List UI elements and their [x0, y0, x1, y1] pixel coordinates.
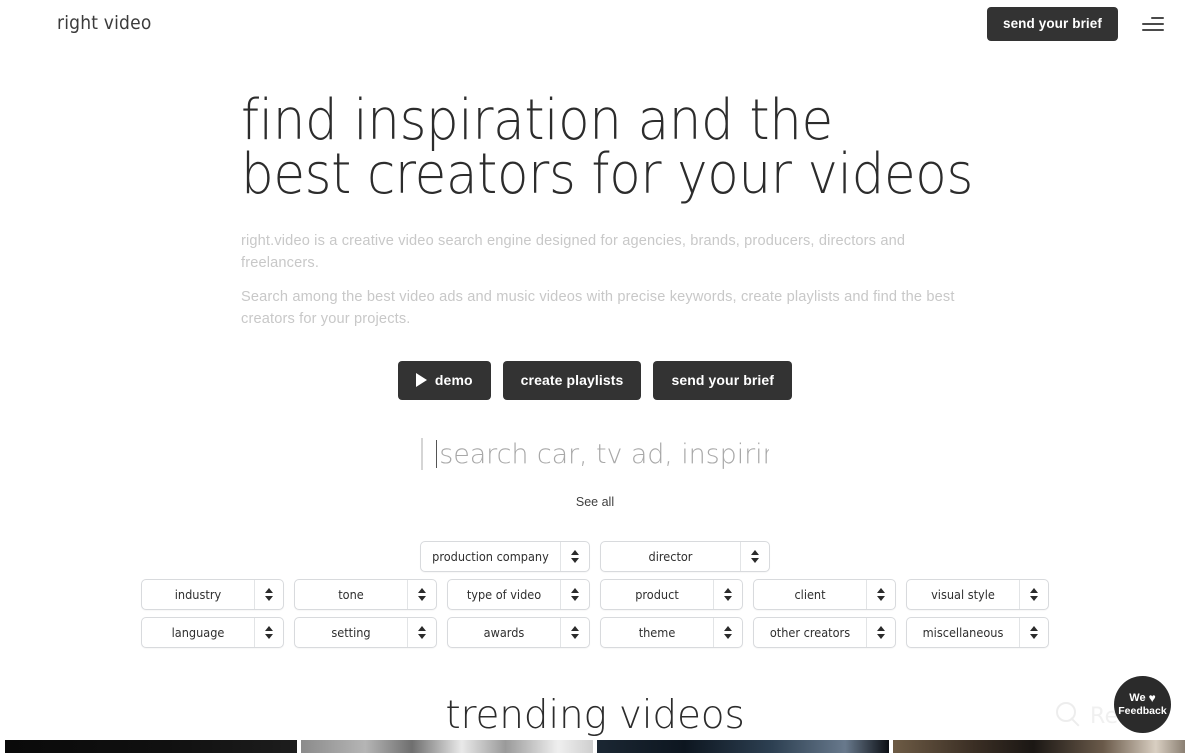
filter-panel: production company director industry ton… [0, 541, 1190, 648]
chevron-updown-icon[interactable] [740, 542, 769, 571]
chevron-updown-icon[interactable] [713, 580, 742, 609]
hamburger-line-middle [1142, 22, 1164, 25]
search-box[interactable] [420, 432, 770, 476]
filter-theme[interactable]: theme [600, 617, 743, 648]
filter-row-2: industry tone type of video product clie… [0, 579, 1190, 610]
filter-label: type of video [466, 587, 542, 602]
hero-description-2: Search among the best video ads and musi… [241, 289, 955, 327]
header-actions: send your brief [986, 6, 1166, 41]
brand-logo[interactable]: right video [57, 14, 151, 33]
video-thumbnail-4[interactable] [893, 740, 1185, 753]
demo-button-label: demo [434, 372, 473, 388]
video-thumbnail-1[interactable] [5, 740, 297, 753]
filter-label: visual style [931, 587, 995, 602]
filter-production-company[interactable]: production company [420, 541, 590, 572]
hero-send-brief-button[interactable]: send your brief [653, 361, 793, 400]
create-playlists-button[interactable]: create playlists [502, 361, 642, 400]
chevron-updown-icon[interactable] [254, 580, 283, 609]
filter-label: language [171, 625, 225, 640]
feedback-badge-line-2: Feedback [1118, 704, 1167, 717]
chevron-updown-icon[interactable] [1019, 618, 1048, 647]
filter-miscellaneous[interactable]: miscellaneous [906, 617, 1049, 648]
headline-line-2: best creators for your videos [241, 142, 973, 207]
filter-row-1: production company director [0, 541, 1190, 572]
feedback-we-label: We [1129, 692, 1146, 705]
chevron-updown-icon[interactable] [407, 580, 436, 609]
search-text-caret [435, 440, 438, 468]
play-icon [415, 373, 427, 387]
filter-product[interactable]: product [600, 579, 743, 610]
filter-director[interactable]: director [600, 541, 770, 572]
chevron-updown-icon[interactable] [407, 618, 436, 647]
search-section [0, 432, 1190, 476]
filter-setting[interactable]: setting [294, 617, 437, 648]
video-thumbnail-3[interactable] [597, 740, 889, 753]
hamburger-line-bottom [1142, 28, 1164, 31]
header-send-brief-button[interactable]: send your brief [986, 6, 1118, 41]
chevron-updown-icon[interactable] [560, 580, 589, 609]
feedback-badge-line-1: We ♥ [1129, 692, 1155, 705]
chevron-updown-icon[interactable] [254, 618, 283, 647]
filter-label: awards [483, 625, 525, 640]
filter-other-creators[interactable]: other creators [753, 617, 896, 648]
trending-videos-strip [0, 740, 1190, 753]
hamburger-menu-icon[interactable] [1140, 13, 1166, 35]
filter-type-of-video[interactable]: type of video [447, 579, 590, 610]
hero-cta-row: demo create playlists send your brief [0, 361, 1190, 400]
search-input[interactable] [439, 438, 770, 470]
trending-videos-title: trending videos [445, 693, 745, 738]
hero-section: find inspiration and the best creators f… [0, 47, 1190, 330]
chevron-updown-icon[interactable] [560, 542, 589, 571]
filter-label: setting [331, 625, 371, 640]
filter-label: production company [432, 549, 549, 564]
chevron-updown-icon[interactable] [866, 580, 895, 609]
feedback-badge[interactable]: We ♥ Feedback [1114, 676, 1171, 733]
filter-label: director [648, 549, 693, 564]
site-header: right video send your brief [0, 0, 1190, 47]
video-thumbnail-2[interactable] [301, 740, 593, 753]
filter-row-3: language setting awards theme other crea… [0, 617, 1190, 648]
filter-label: other creators [769, 625, 851, 640]
chevron-updown-icon[interactable] [713, 618, 742, 647]
filter-visual-style[interactable]: visual style [906, 579, 1049, 610]
chevron-updown-icon[interactable] [560, 618, 589, 647]
demo-button[interactable]: demo [397, 361, 491, 400]
filter-language[interactable]: language [141, 617, 284, 648]
filter-label: theme [638, 625, 676, 640]
filter-label: tone [338, 587, 364, 602]
search-divider [420, 438, 423, 470]
page-title: find inspiration and the best creators f… [241, 47, 1086, 207]
filter-label: industry [174, 587, 222, 602]
filter-label: product [635, 587, 679, 602]
see-all-link[interactable]: See all [0, 495, 1190, 509]
heart-icon: ♥ [1148, 691, 1156, 706]
chevron-updown-icon[interactable] [1019, 580, 1048, 609]
filter-label: client [794, 587, 826, 602]
filter-tone[interactable]: tone [294, 579, 437, 610]
filter-awards[interactable]: awards [447, 617, 590, 648]
hamburger-line-top [1151, 16, 1164, 19]
filter-client[interactable]: client [753, 579, 896, 610]
chevron-updown-icon[interactable] [866, 618, 895, 647]
filter-label: miscellaneous [922, 625, 1004, 640]
hero-description-1: right.video is a creative video search e… [241, 233, 906, 271]
filter-industry[interactable]: industry [141, 579, 284, 610]
